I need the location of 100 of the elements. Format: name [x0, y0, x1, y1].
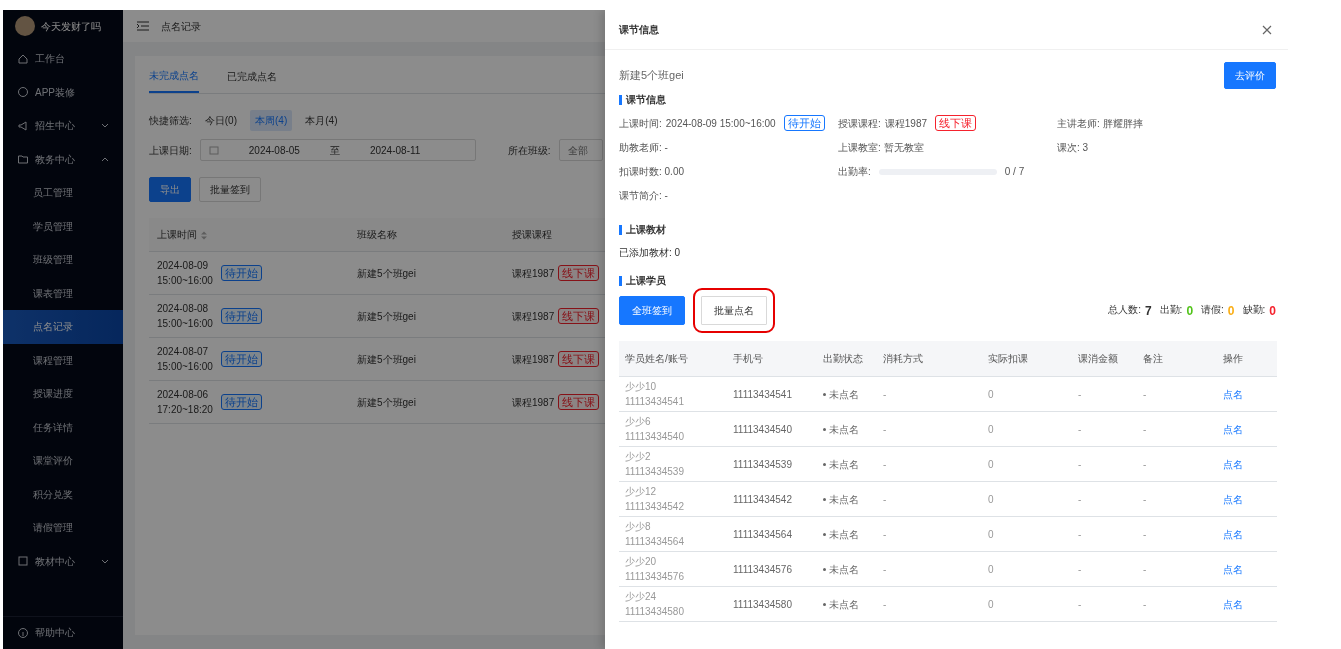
- filter-label: 快捷筛选:: [149, 114, 192, 128]
- table-cell: 0: [988, 493, 994, 505]
- rollcall-link[interactable]: 点名: [1223, 421, 1243, 437]
- status-tag: 待开始: [783, 115, 825, 131]
- table-cell: 少少8 11113434564: [625, 521, 684, 547]
- table-cell: 课程1987: [512, 397, 555, 408]
- status-tag: 待开始: [220, 265, 262, 281]
- field-label: 授课课程:: [838, 116, 881, 131]
- export-button[interactable]: 导出: [149, 177, 191, 202]
- rollcall-link[interactable]: 点名: [1223, 561, 1243, 577]
- table-cell-text: 2024-08-09 15:00~16:00: [157, 259, 213, 288]
- date-range-field[interactable]: 2024-08-05 至 2024-08-11: [199, 139, 476, 161]
- table-cell: 少少24 11113434580: [625, 591, 684, 617]
- stat-label: 出勤:: [1159, 302, 1183, 317]
- batch-signin-button[interactable]: 批量签到: [199, 177, 261, 202]
- sidebar-subitem[interactable]: 积分兑奖: [3, 477, 123, 511]
- field-label: 上课时间:: [619, 116, 662, 131]
- field-value: 2024-08-09 15:00~16:00: [665, 116, 776, 131]
- sidebar-subitem[interactable]: 任务详情: [3, 410, 123, 444]
- sidebar-subitem[interactable]: 课堂评价: [3, 444, 123, 478]
- sidebar-item[interactable]: 教务中心: [3, 142, 123, 176]
- table-cell: -: [883, 423, 887, 435]
- column-header: 授课课程: [512, 229, 552, 240]
- table-cell: -: [1078, 423, 1082, 435]
- table-cell: 少少2 11113434539: [625, 451, 684, 477]
- tab[interactable]: 已完成点名: [227, 56, 277, 93]
- stat-label: 总人数:: [1108, 302, 1141, 317]
- rollcall-link[interactable]: 点名: [1223, 526, 1243, 542]
- sidebar-subitem[interactable]: 员工管理: [3, 176, 123, 210]
- home-icon: [17, 52, 29, 65]
- sidebar-subitem[interactable]: 请假管理: [3, 511, 123, 545]
- sign-all-button[interactable]: 全班签到: [619, 296, 685, 325]
- start-date: 2024-08-05: [248, 143, 300, 158]
- field-label: 出勤率:: [838, 165, 871, 179]
- column-header: 上课时间: [157, 229, 197, 240]
- sidebar-item[interactable]: 工作台: [3, 42, 123, 76]
- material-count: 已添加教材: 0: [619, 246, 682, 260]
- sidebar-subitem[interactable]: 课程管理: [3, 343, 123, 377]
- filter-chip[interactable]: 今日(0): [199, 110, 242, 131]
- table-cell: -: [883, 598, 887, 610]
- stat-value: 0: [1269, 302, 1276, 320]
- column-header: 实际扣课: [988, 353, 1028, 364]
- class-select[interactable]: 全部: [558, 139, 603, 161]
- rollcall-link[interactable]: 点名: [1223, 596, 1243, 612]
- table-cell: 新建5个班gei: [357, 310, 416, 322]
- filter-label: 上课日期:: [149, 143, 192, 158]
- stat-value: 0: [1227, 302, 1235, 320]
- class-name: 新建5个班gei: [619, 68, 684, 84]
- table-cell: -: [1143, 458, 1147, 470]
- table-cell: -: [1078, 493, 1082, 505]
- section-title: 课节信息: [619, 95, 1276, 105]
- tab[interactable]: 未完成点名: [149, 56, 199, 93]
- table-cell: -: [1143, 563, 1147, 575]
- chevron-up-icon: [101, 156, 109, 162]
- sidebar-item[interactable]: APP装修: [3, 75, 123, 109]
- close-icon: [1262, 25, 1272, 36]
- table-cell: -: [1143, 388, 1147, 400]
- menu-icon: [137, 21, 149, 31]
- sort-icon: [201, 230, 207, 240]
- avatar: [15, 16, 35, 36]
- column-header: 备注: [1143, 353, 1163, 364]
- sidebar-subitem[interactable]: 班级管理: [3, 243, 123, 277]
- column-header: 出勤状态: [823, 353, 863, 364]
- filter-label: 所在班级:: [507, 143, 551, 158]
- table-cell: 新建5个班gei: [357, 396, 416, 408]
- rollcall-link[interactable]: 点名: [1223, 491, 1243, 507]
- filter-chip[interactable]: 本月(4): [300, 110, 343, 131]
- table-cell: 课程1987: [512, 311, 555, 322]
- field-text: 扣课时数: 0.00: [619, 165, 685, 179]
- status-tag: 待开始: [220, 308, 262, 324]
- drawer-title: 课节信息: [619, 23, 659, 37]
- page-title: 点名记录: [161, 19, 201, 34]
- table-cell: 0: [988, 528, 994, 540]
- sidebar-item[interactable]: 招生中心: [3, 109, 123, 143]
- table-cell-text: 2024-08-08 15:00~16:00: [157, 302, 213, 331]
- stat-label: 请假:: [1201, 302, 1224, 317]
- sidebar-subitem[interactable]: 授课进度: [3, 377, 123, 411]
- filter-chip[interactable]: 本周(4): [250, 110, 293, 131]
- table-cell: 少少10 11113434541: [625, 381, 684, 407]
- evaluate-button[interactable]: 去评价: [1224, 62, 1276, 89]
- table-cell: 少少6 11113434540: [625, 416, 684, 442]
- table-cell: -: [883, 493, 887, 505]
- megaphone-icon: [17, 119, 29, 132]
- mode-tag: 线下课: [558, 394, 600, 410]
- table-cell-text: 2024-08-07 15:00~16:00: [157, 345, 213, 374]
- help-icon: [17, 626, 29, 639]
- table-cell: 11113434541: [733, 388, 792, 400]
- rollcall-link[interactable]: 点名: [1223, 386, 1243, 402]
- status-tag: 待开始: [220, 351, 262, 367]
- field-text: 上课教室: 暂无教室: [838, 141, 924, 155]
- sidebar-subitem[interactable]: 点名记录: [3, 310, 123, 344]
- rollcall-link[interactable]: 点名: [1223, 456, 1243, 472]
- table-cell: 0: [988, 423, 994, 435]
- sidebar-subitem[interactable]: 课表管理: [3, 276, 123, 310]
- sidebar-item[interactable]: 教材中心: [3, 544, 123, 578]
- sidebar-subitem[interactable]: 学员管理: [3, 209, 123, 243]
- table-cell: 11113434540: [733, 423, 792, 435]
- field-text: 课次: 3: [1057, 141, 1089, 155]
- table-cell: 少少20 11113434576: [625, 556, 684, 582]
- table-cell: -: [1143, 598, 1147, 610]
